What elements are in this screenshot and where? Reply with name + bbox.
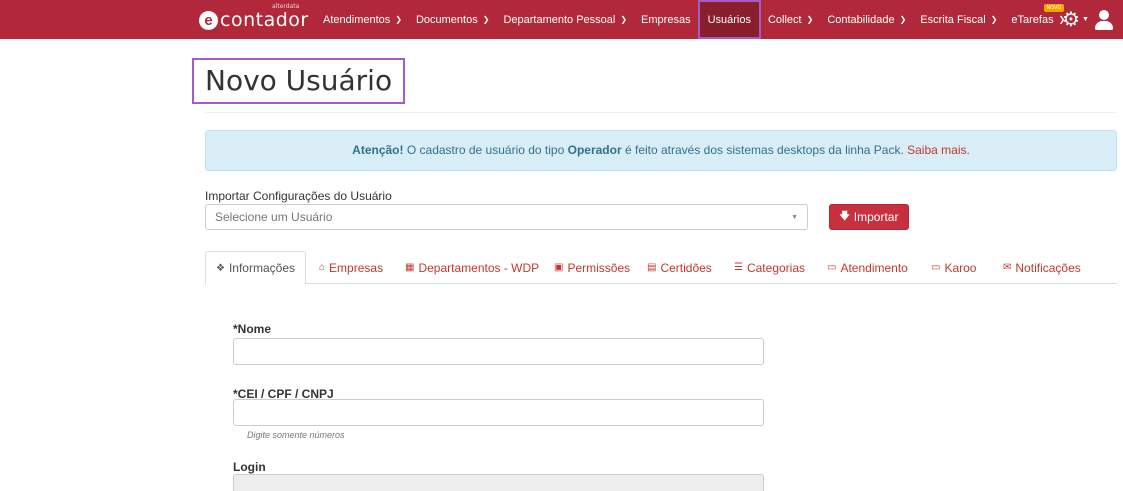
gear-icon[interactable]: ⚙ <box>1062 7 1080 32</box>
list-icon: ☰ <box>734 262 743 273</box>
home-icon: ⌂ <box>319 262 326 273</box>
tab-departamentos-wdp[interactable]: ▦ Departamentos - WDP <box>395 251 549 284</box>
tab-informacoes[interactable]: ❖ Informações <box>205 251 306 285</box>
nome-input[interactable] <box>233 338 764 365</box>
tab-certidoes[interactable]: ▤ Certidões <box>637 251 722 284</box>
alert-text: O cadastro de usuário do tipo <box>403 143 568 157</box>
lock-icon: ▣ <box>554 262 564 273</box>
logo-superscript: alterdata <box>272 3 300 10</box>
file-text-icon: ▤ <box>647 262 657 273</box>
chevron-down-icon: ❯ <box>482 15 490 24</box>
user-icon[interactable] <box>1094 9 1113 30</box>
chevron-down-icon: ❯ <box>899 15 907 24</box>
tab-empresas[interactable]: ⌂ Empresas <box>309 251 393 284</box>
nav-item-usuarios[interactable]: Usuários <box>697 0 761 39</box>
info-alert: Atenção! O cadastro de usuário do tipo O… <box>205 130 1117 171</box>
nav-item-atendimentos[interactable]: Atendimentos ❯ <box>316 0 409 39</box>
logo-text: contador <box>220 9 309 31</box>
nav-item-collect[interactable]: Collect ❯ <box>761 0 820 39</box>
chevron-down-icon: ❯ <box>806 15 814 24</box>
top-navbar: e contador alterdata Atendimentos ❯ Docum… <box>0 0 1123 39</box>
envelope-icon: ✉ <box>1003 262 1012 273</box>
chevron-down-icon: ❯ <box>620 15 628 24</box>
login-input <box>233 474 764 491</box>
tab-atendimento[interactable]: ▭ Atendimento <box>817 251 918 284</box>
alert-text-after: é feito através dos sistemas desktops da… <box>621 143 908 157</box>
tab-categorias[interactable]: ☰ Categorias <box>724 251 815 284</box>
nav-menu: Atendimentos ❯ Documentos ❯ Departamento P… <box>316 0 1072 39</box>
chevron-down-icon: ❯ <box>395 15 402 24</box>
tabs-bar: ❖ Informações ⌂ Empresas ▦ Departamentos - … <box>205 251 1117 285</box>
import-button[interactable]: 🡇 Importar <box>829 204 909 230</box>
nav-icons: ⚙ ▼ <box>1062 0 1113 39</box>
tab-karoo[interactable]: ▭ Karoo <box>921 251 986 284</box>
alert-strong: Atenção! <box>352 143 404 157</box>
nome-label: *Nome <box>233 322 272 336</box>
import-label: Importar Configurações do Usuário <box>205 189 392 203</box>
doc-help-text: Digite somente números <box>247 430 345 440</box>
logo-e-icon: e <box>199 10 218 30</box>
user-select-placeholder: Selecione um Usuário <box>215 210 333 224</box>
page-title: Novo Usuário <box>192 58 406 104</box>
arrow-down-icon: 🡇 <box>839 210 850 222</box>
user-select[interactable]: Selecione um Usuário ▼ <box>205 204 808 230</box>
login-label: Login <box>233 460 266 474</box>
nav-item-documentos[interactable]: Documentos ❯ <box>409 0 496 39</box>
nav-item-empresas[interactable]: Empresas <box>634 0 698 39</box>
nav-item-contabilidade[interactable]: Contabilidade ❯ <box>820 0 913 39</box>
doc-input[interactable] <box>233 399 764 426</box>
nav-item-escrita-fiscal[interactable]: Escrita Fiscal ❯ <box>913 0 1004 39</box>
chevron-down-icon: ❯ <box>990 15 998 24</box>
nav-item-departamento-pessoal[interactable]: Departamento Pessoal ❯ <box>496 0 634 39</box>
building-icon: ▦ <box>405 262 415 273</box>
divider <box>205 112 1117 113</box>
chevron-down-icon[interactable]: ▼ <box>1082 16 1089 23</box>
info-circle-icon: ❖ <box>216 262 225 274</box>
contador-logo[interactable]: e contador alterdata <box>199 3 309 33</box>
desktop-icon: ▭ <box>931 262 941 273</box>
alert-emphasis: Operador <box>567 143 622 157</box>
tab-permissoes[interactable]: ▣ Permissões <box>544 251 640 284</box>
saiba-mais-link[interactable]: Saiba mais. <box>907 143 970 157</box>
caret-down-icon: ▼ <box>791 214 798 221</box>
desktop-icon: ▭ <box>827 262 837 273</box>
tab-notificacoes[interactable]: ✉ Notificações <box>993 251 1091 284</box>
